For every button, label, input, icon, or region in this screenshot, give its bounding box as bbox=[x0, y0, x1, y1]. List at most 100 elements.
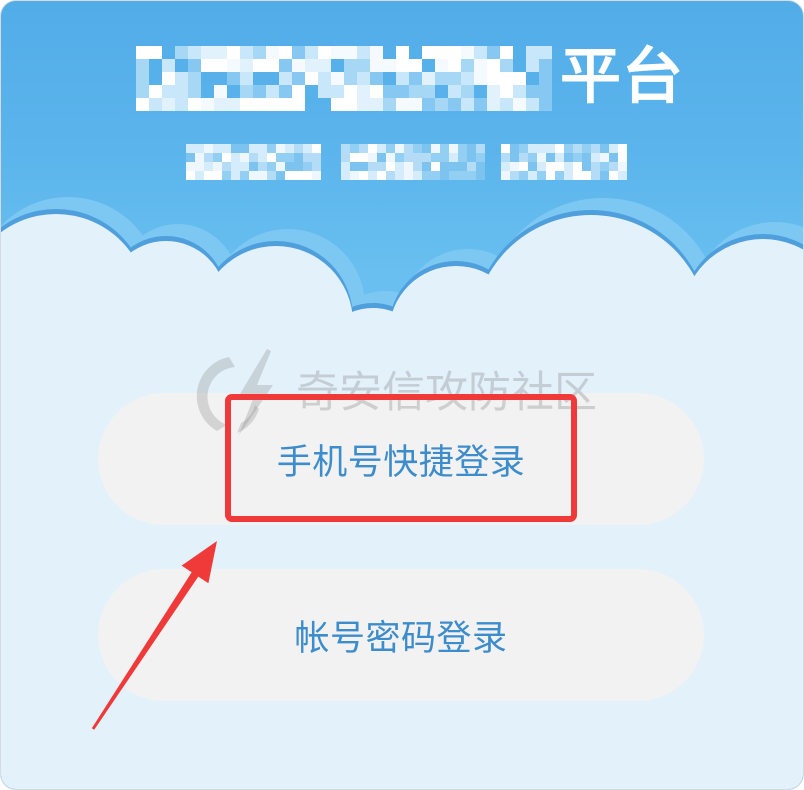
subtitle-mosaic-cell bbox=[341, 162, 350, 171]
title-mosaic-cell bbox=[435, 59, 448, 72]
subtitle-mosaic-cell bbox=[386, 144, 395, 153]
title-mosaic-cell bbox=[136, 85, 149, 98]
title-mosaic-cell bbox=[409, 85, 422, 98]
subtitle-mosaic-cell bbox=[422, 144, 431, 153]
subtitle-mosaic-cell bbox=[294, 171, 303, 180]
subtitle-mosaic-cell bbox=[609, 153, 618, 162]
subtitle-mosaic-cell bbox=[537, 153, 546, 162]
title-mosaic-cell bbox=[396, 59, 409, 72]
phone-quick-login-label: 手机号快捷登录 bbox=[276, 442, 526, 483]
subtitle-mosaic-cell bbox=[528, 162, 537, 171]
subtitle-mosaic-cell bbox=[368, 162, 377, 171]
subtitle-mosaic-cell bbox=[422, 162, 431, 171]
subtitle-mosaic-cell bbox=[510, 153, 519, 162]
subtitle-mosaic-cell bbox=[413, 171, 422, 180]
subtitle-mosaic-cell bbox=[582, 162, 591, 171]
subtitle-mosaic-cell bbox=[591, 153, 600, 162]
subtitle-mosaic-cell bbox=[582, 153, 591, 162]
title-mosaic-cell bbox=[383, 59, 396, 72]
title-mosaic-cell bbox=[175, 72, 188, 85]
subtitle-mosaic-cell bbox=[377, 162, 386, 171]
subtitle-mosaic-cell bbox=[285, 144, 294, 153]
subtitle-mosaic-cell bbox=[368, 144, 377, 153]
subtitle-mosaic-cell bbox=[195, 144, 204, 153]
subtitle-mosaic-cell bbox=[528, 144, 537, 153]
subtitle-mosaic-cell bbox=[195, 153, 204, 162]
title-mosaic-cell bbox=[409, 59, 422, 72]
subtitle-mosaic-cell bbox=[555, 162, 564, 171]
login-screen: 平台 手机号快捷登录 帐号密码登录 奇安信攻防社区 bbox=[0, 0, 804, 790]
title-mosaic-cell bbox=[500, 85, 513, 98]
subtitle-mosaic-cell bbox=[564, 171, 573, 180]
title-mosaic-cell bbox=[448, 46, 461, 59]
title-mosaic-cell bbox=[240, 72, 253, 85]
subtitle-mosaic-cell bbox=[413, 144, 422, 153]
title-mosaic-cell bbox=[331, 46, 344, 59]
subtitle-mosaic-cell bbox=[350, 171, 359, 180]
subtitle-mosaic-cell bbox=[204, 144, 213, 153]
subtitle-mosaic-cell bbox=[404, 144, 413, 153]
title-mosaic-cell bbox=[305, 72, 318, 85]
subtitle-mosaic-cell bbox=[519, 153, 528, 162]
title-mosaic-cell bbox=[188, 72, 201, 85]
title-mosaic-cell bbox=[162, 98, 175, 111]
title-mosaic-cell bbox=[526, 46, 539, 59]
subtitle-mosaic-cell bbox=[422, 153, 431, 162]
title-mosaic-cell bbox=[305, 46, 318, 59]
title-mosaic-cell bbox=[396, 46, 409, 59]
subtitle-mosaic-cell bbox=[204, 162, 213, 171]
title-mosaic-cell bbox=[422, 72, 435, 85]
subtitle-mosaic-cell bbox=[422, 171, 431, 180]
subtitle-mosaic-cell bbox=[312, 144, 321, 153]
title-mosaic-cell bbox=[292, 98, 305, 111]
title-mosaic-cell bbox=[188, 59, 201, 72]
title-mosaic-cell bbox=[266, 59, 279, 72]
subtitle-mosaic-cell bbox=[528, 171, 537, 180]
subtitle-mosaic-cell bbox=[449, 144, 458, 153]
title-mosaic-cell bbox=[474, 46, 487, 59]
title-mosaic-cell bbox=[162, 85, 175, 98]
subtitle-mosaic-cell bbox=[395, 153, 404, 162]
subtitle-mosaic-cell bbox=[249, 162, 258, 171]
title-mosaic-cell bbox=[214, 59, 227, 72]
subtitle-mosaic-cell bbox=[386, 171, 395, 180]
subtitle-mosaic-cell bbox=[555, 153, 564, 162]
subtitle-mosaic-cell bbox=[501, 144, 510, 153]
subtitle-mosaic-cell bbox=[350, 153, 359, 162]
title-mosaic-cell bbox=[188, 98, 201, 111]
phone-quick-login-button[interactable]: 手机号快捷登录 bbox=[98, 393, 704, 525]
subtitle-mosaic-cell bbox=[368, 153, 377, 162]
subtitle-mosaic-cell bbox=[609, 144, 618, 153]
subtitle-mosaic-cell bbox=[591, 162, 600, 171]
subtitle-mosaic-cell bbox=[377, 171, 386, 180]
subtitle-mosaic-cell bbox=[395, 162, 404, 171]
title-mosaic-cell bbox=[370, 72, 383, 85]
subtitle-mosaic-cell bbox=[618, 171, 627, 180]
title-mosaic-cell bbox=[292, 46, 305, 59]
subtitle-mosaic-cell bbox=[404, 171, 413, 180]
title-mosaic-cell bbox=[448, 85, 461, 98]
title-mosaic-cell bbox=[370, 59, 383, 72]
subtitle-mosaic-cell bbox=[582, 171, 591, 180]
subtitle-mosaic-cell bbox=[404, 162, 413, 171]
title-mosaic-cell bbox=[214, 98, 227, 111]
subtitle-mosaic-cell bbox=[359, 162, 368, 171]
subtitle-mosaic-cell bbox=[186, 144, 195, 153]
title-mosaic-cell bbox=[279, 85, 292, 98]
subtitle-mosaic-cell bbox=[195, 162, 204, 171]
subtitle-mosaic-cell bbox=[267, 144, 276, 153]
subtitle-mosaic-cell bbox=[546, 153, 555, 162]
subtitle-mosaic-cell bbox=[222, 153, 231, 162]
subtitle-mosaic-cell bbox=[258, 171, 267, 180]
subtitle-mosaic-cell bbox=[312, 153, 321, 162]
title-mosaic-cell bbox=[396, 98, 409, 111]
subtitle-mosaic-cell bbox=[600, 171, 609, 180]
account-password-login-button[interactable]: 帐号密码登录 bbox=[98, 569, 704, 701]
subtitle-mosaic-cell bbox=[204, 153, 213, 162]
subtitle-mosaic-cell bbox=[431, 153, 440, 162]
subtitle-mosaic-cell bbox=[231, 144, 240, 153]
subtitle-mosaic-cell bbox=[395, 144, 404, 153]
title-mosaic-cell bbox=[253, 98, 266, 111]
title-mosaic-cell bbox=[448, 59, 461, 72]
subtitle-mosaic-cell bbox=[467, 162, 476, 171]
